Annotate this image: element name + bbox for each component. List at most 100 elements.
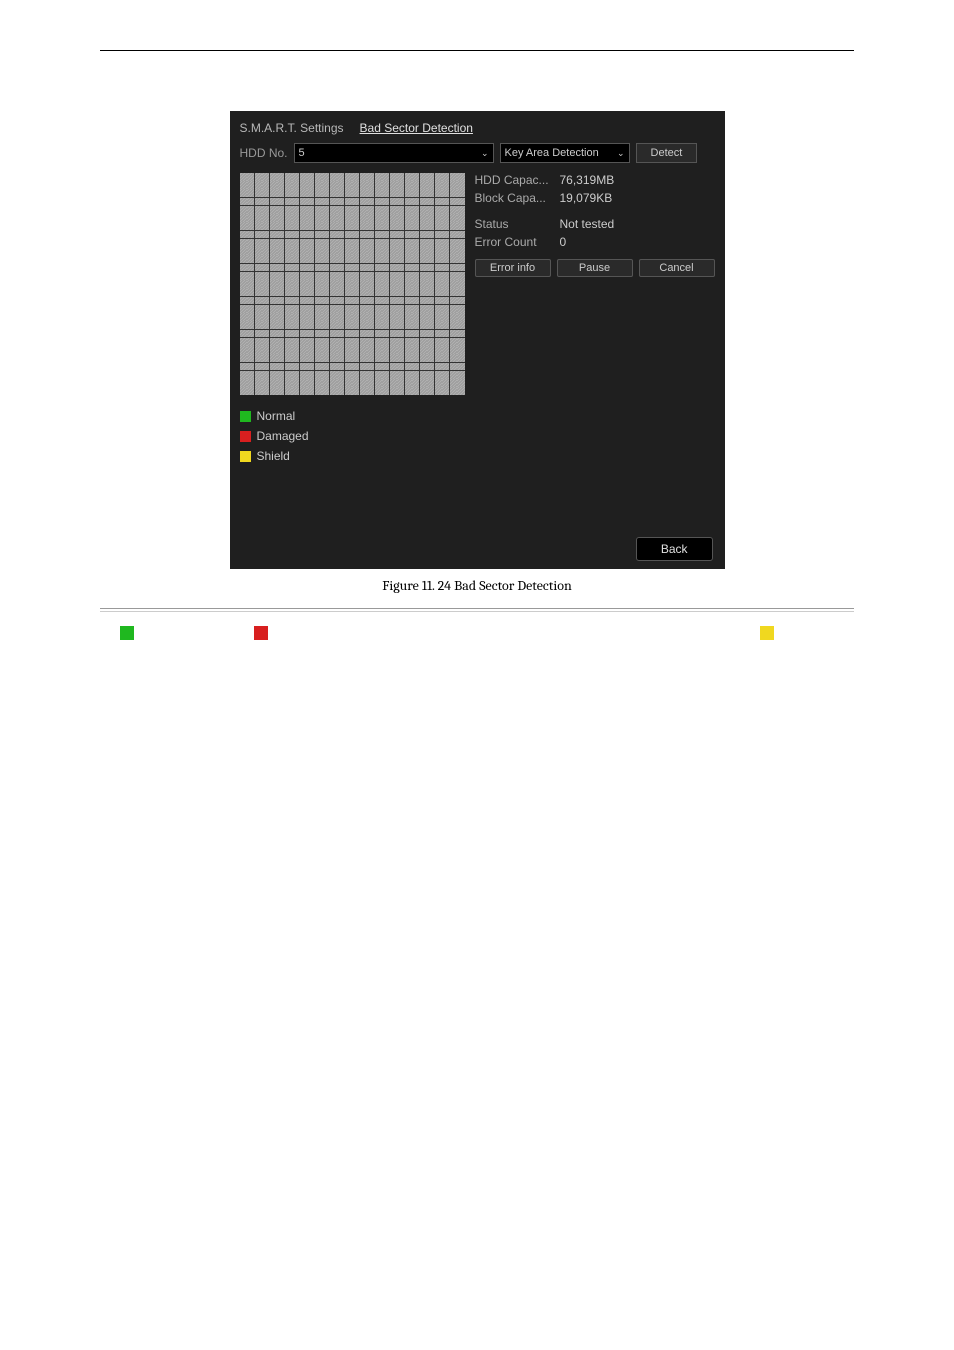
sector-cell <box>322 198 329 206</box>
sector-cell <box>322 255 329 263</box>
sector-cell <box>427 387 434 395</box>
sector-cell <box>247 330 254 338</box>
sector-cell <box>450 280 457 288</box>
sector-cell <box>315 330 322 338</box>
sector-cell <box>457 181 464 189</box>
sector-cell <box>435 346 442 354</box>
sector-cell <box>367 173 374 181</box>
sector-cell <box>337 206 344 214</box>
sector-cell <box>247 338 254 346</box>
sector-cell <box>330 387 337 395</box>
sector-cell <box>360 305 367 313</box>
sector-cell <box>382 387 389 395</box>
cancel-button[interactable]: Cancel <box>639 259 715 277</box>
sector-cell <box>382 272 389 280</box>
sector-cell <box>405 272 412 280</box>
sector-cell <box>360 313 367 321</box>
sector-cell <box>427 198 434 206</box>
sector-cell <box>292 330 299 338</box>
sector-cell <box>307 214 314 222</box>
sector-cell <box>255 371 262 379</box>
hdd-capacity-label: HDD Capac... <box>475 173 560 187</box>
sector-cell <box>390 189 397 197</box>
sector-cell <box>450 379 457 387</box>
sector-cell <box>352 346 359 354</box>
sector-cell <box>352 387 359 395</box>
sector-map-grid <box>240 173 465 395</box>
sector-cell <box>397 363 404 371</box>
sector-cell <box>285 354 292 362</box>
sector-cell <box>345 264 352 272</box>
sector-cell <box>292 371 299 379</box>
sector-cell <box>277 313 284 321</box>
sector-cell <box>345 330 352 338</box>
sector-cell <box>322 206 329 214</box>
sector-cell <box>360 255 367 263</box>
top-controls: HDD No. 5 ⌄ Key Area Detection ⌄ Detect <box>230 139 725 167</box>
sector-cell <box>285 346 292 354</box>
sector-cell <box>345 247 352 255</box>
error-info-button[interactable]: Error info <box>475 259 551 277</box>
sector-cell <box>405 387 412 395</box>
sector-cell <box>300 313 307 321</box>
sector-cell <box>337 264 344 272</box>
sector-cell <box>412 313 419 321</box>
sector-cell <box>420 379 427 387</box>
sector-cell <box>345 181 352 189</box>
sector-cell <box>322 363 329 371</box>
sector-cell <box>345 189 352 197</box>
sector-cell <box>450 264 457 272</box>
sector-cell <box>300 371 307 379</box>
sector-cell <box>367 363 374 371</box>
sector-cell <box>412 387 419 395</box>
sector-cell <box>405 222 412 230</box>
sector-cell <box>412 181 419 189</box>
detection-area-select[interactable]: Key Area Detection ⌄ <box>500 143 630 163</box>
sector-cell <box>427 363 434 371</box>
sector-cell <box>292 354 299 362</box>
sector-cell <box>352 371 359 379</box>
sector-cell <box>420 264 427 272</box>
sector-cell <box>360 206 367 214</box>
bottom-bar: Back <box>230 529 725 569</box>
sector-cell <box>397 346 404 354</box>
sector-cell <box>345 231 352 239</box>
sector-cell <box>277 272 284 280</box>
sector-cell <box>307 354 314 362</box>
back-button[interactable]: Back <box>636 537 713 561</box>
sector-cell <box>405 330 412 338</box>
sector-cell <box>390 379 397 387</box>
sector-cell <box>405 189 412 197</box>
legend-square-damaged <box>240 431 251 442</box>
tab-smart-settings[interactable]: S.M.A.R.T. Settings <box>240 117 344 139</box>
sector-cell <box>382 231 389 239</box>
sector-cell <box>420 313 427 321</box>
sector-cell <box>360 272 367 280</box>
sector-cell <box>442 288 449 296</box>
sector-cell <box>412 338 419 346</box>
sector-cell <box>300 214 307 222</box>
sector-cell <box>457 305 464 313</box>
sector-cell <box>262 346 269 354</box>
sector-cell <box>285 173 292 181</box>
sector-cell <box>382 371 389 379</box>
sector-cell <box>247 214 254 222</box>
sector-cell <box>262 198 269 206</box>
sector-cell <box>277 214 284 222</box>
sector-cell <box>300 363 307 371</box>
sector-cell <box>337 239 344 247</box>
sector-cell <box>375 330 382 338</box>
tab-bad-sector-detection[interactable]: Bad Sector Detection <box>360 117 473 139</box>
sector-cell <box>292 379 299 387</box>
sector-cell <box>442 313 449 321</box>
sector-cell <box>247 280 254 288</box>
sector-cell <box>292 387 299 395</box>
detect-button[interactable]: Detect <box>636 143 698 163</box>
pause-button[interactable]: Pause <box>557 259 633 277</box>
sector-cell <box>300 330 307 338</box>
sector-cell <box>412 280 419 288</box>
sector-cell <box>270 288 277 296</box>
hdd-no-select[interactable]: 5 ⌄ <box>294 143 494 163</box>
sector-cell <box>382 173 389 181</box>
sector-cell <box>247 231 254 239</box>
